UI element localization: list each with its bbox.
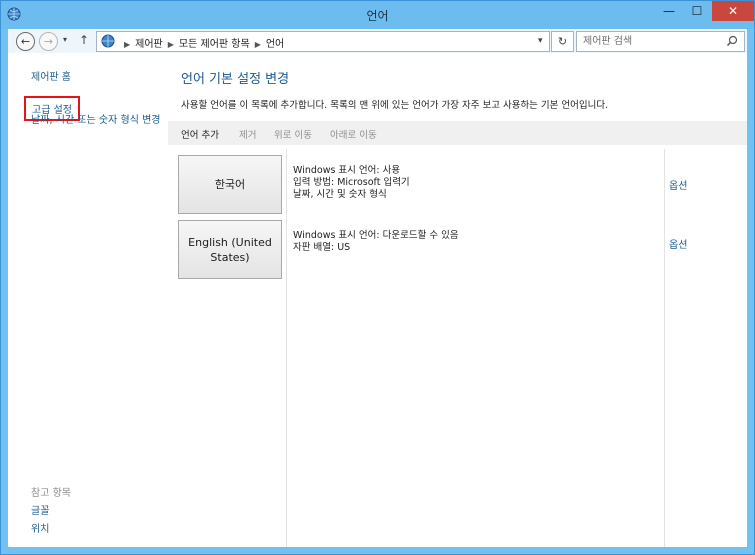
breadcrumb-separator-icon[interactable]: ▶ — [168, 40, 174, 49]
language-info-line: Windows 표시 언어: 다운로드할 수 있음 — [293, 230, 459, 241]
navigation-toolbar: ← → ▾ ↑ ▶ 제어판 ▶ 모든 제어판 항목 ▶ 언어 ▾ ↻ — [8, 29, 747, 53]
language-list: 한국어 Windows 표시 언어: 사용 입력 방법: Microsoft 입… — [168, 149, 747, 547]
address-bar[interactable]: ▶ 제어판 ▶ 모든 제어판 항목 ▶ 언어 ▾ — [96, 31, 550, 52]
move-down-button[interactable]: 아래로 이동 — [330, 127, 377, 141]
forward-button[interactable]: → — [39, 32, 58, 51]
language-row-english[interactable]: English (United States) Windows 표시 언어: 다… — [168, 220, 747, 282]
language-tile[interactable]: 한국어 — [178, 155, 282, 214]
page-description: 사용할 언어를 이 목록에 추가합니다. 목록의 맨 위에 있는 언어가 가장 … — [181, 100, 609, 111]
breadcrumb-item-language[interactable]: 언어 — [266, 39, 284, 50]
breadcrumb-item-control-panel[interactable]: 제어판 — [135, 39, 163, 50]
back-button[interactable]: ← — [16, 32, 35, 51]
minimize-button[interactable]: — — [655, 1, 683, 21]
language-info: Windows 표시 언어: 다운로드할 수 있음 자판 배열: US — [293, 230, 459, 254]
language-options-link[interactable]: 옵션 — [669, 177, 687, 192]
language-tile[interactable]: English (United States) — [178, 220, 282, 279]
page-title: 언어 기본 설정 변경 — [181, 72, 290, 87]
sidebar-link-control-panel-home[interactable]: 제어판 홈 — [31, 68, 71, 83]
control-panel-icon — [101, 34, 115, 48]
sidebar-link-date-time-format[interactable]: 날짜, 시간 또는 숫자 형식 변경 — [31, 115, 163, 127]
breadcrumb-item-all-items[interactable]: 모든 제어판 항목 — [179, 39, 250, 50]
breadcrumb: ▶ 제어판 ▶ 모든 제어판 항목 ▶ 언어 — [119, 35, 284, 50]
close-icon: ✕ — [727, 4, 739, 18]
content-area: 제어판 홈 고급 설정 날짜, 시간 또는 숫자 형식 변경 참고 항목 글꼴 … — [8, 53, 747, 547]
sidebar-link-location[interactable]: 위치 — [31, 520, 49, 535]
main-panel: 언어 기본 설정 변경 사용할 언어를 이 목록에 추가합니다. 목록의 맨 위… — [168, 53, 747, 547]
add-language-button[interactable]: 언어 추가 — [181, 127, 219, 141]
sidebar-link-fonts[interactable]: 글꼴 — [31, 502, 49, 517]
sidebar: 제어판 홈 고급 설정 날짜, 시간 또는 숫자 형식 변경 참고 항목 글꼴 … — [8, 53, 168, 547]
breadcrumb-separator-icon: ▶ — [124, 40, 131, 49]
maximize-icon: ☐ — [691, 4, 703, 18]
move-up-button[interactable]: 위로 이동 — [274, 127, 312, 141]
command-bar: 언어 추가 제거 위로 이동 아래로 이동 — [168, 121, 747, 145]
window-title: 언어 — [366, 9, 389, 23]
search-input[interactable] — [583, 34, 718, 48]
up-arrow-button[interactable]: ↑ — [79, 33, 89, 47]
minimize-icon: — — [663, 4, 675, 18]
maximize-button[interactable]: ☐ — [683, 1, 711, 21]
recent-locations-chevron-icon[interactable]: ▾ — [63, 35, 67, 44]
breadcrumb-separator-icon[interactable]: ▶ — [255, 40, 261, 49]
control-panel-window: 언어 — ☐ ✕ ← → ▾ ↑ ▶ 제어판 ▶ 모든 제어판 항목 ▶ 언어 ▾ ↻ — [0, 0, 755, 555]
language-info-line: 입력 방법: Microsoft 입력기 — [293, 177, 410, 188]
search-box[interactable] — [576, 31, 745, 52]
title-bar[interactable]: 언어 — ☐ ✕ — [1, 1, 754, 29]
search-icon[interactable] — [726, 35, 738, 47]
refresh-button[interactable]: ↻ — [551, 31, 574, 52]
remove-button[interactable]: 제거 — [239, 127, 256, 141]
language-info: Windows 표시 언어: 사용 입력 방법: Microsoft 입력기 날… — [293, 165, 410, 201]
language-options-link[interactable]: 옵션 — [669, 236, 687, 251]
language-info-line: Windows 표시 언어: 사용 — [293, 165, 401, 176]
language-row-korean[interactable]: 한국어 Windows 표시 언어: 사용 입력 방법: Microsoft 입… — [168, 155, 747, 217]
close-button[interactable]: ✕ — [712, 1, 754, 21]
language-info-line: 자판 배열: US — [293, 242, 351, 253]
see-also-heading: 참고 항목 — [31, 488, 71, 499]
language-info-line: 날짜, 시간 및 숫자 형식 — [293, 189, 387, 200]
address-dropdown-chevron-icon[interactable]: ▾ — [538, 36, 543, 46]
